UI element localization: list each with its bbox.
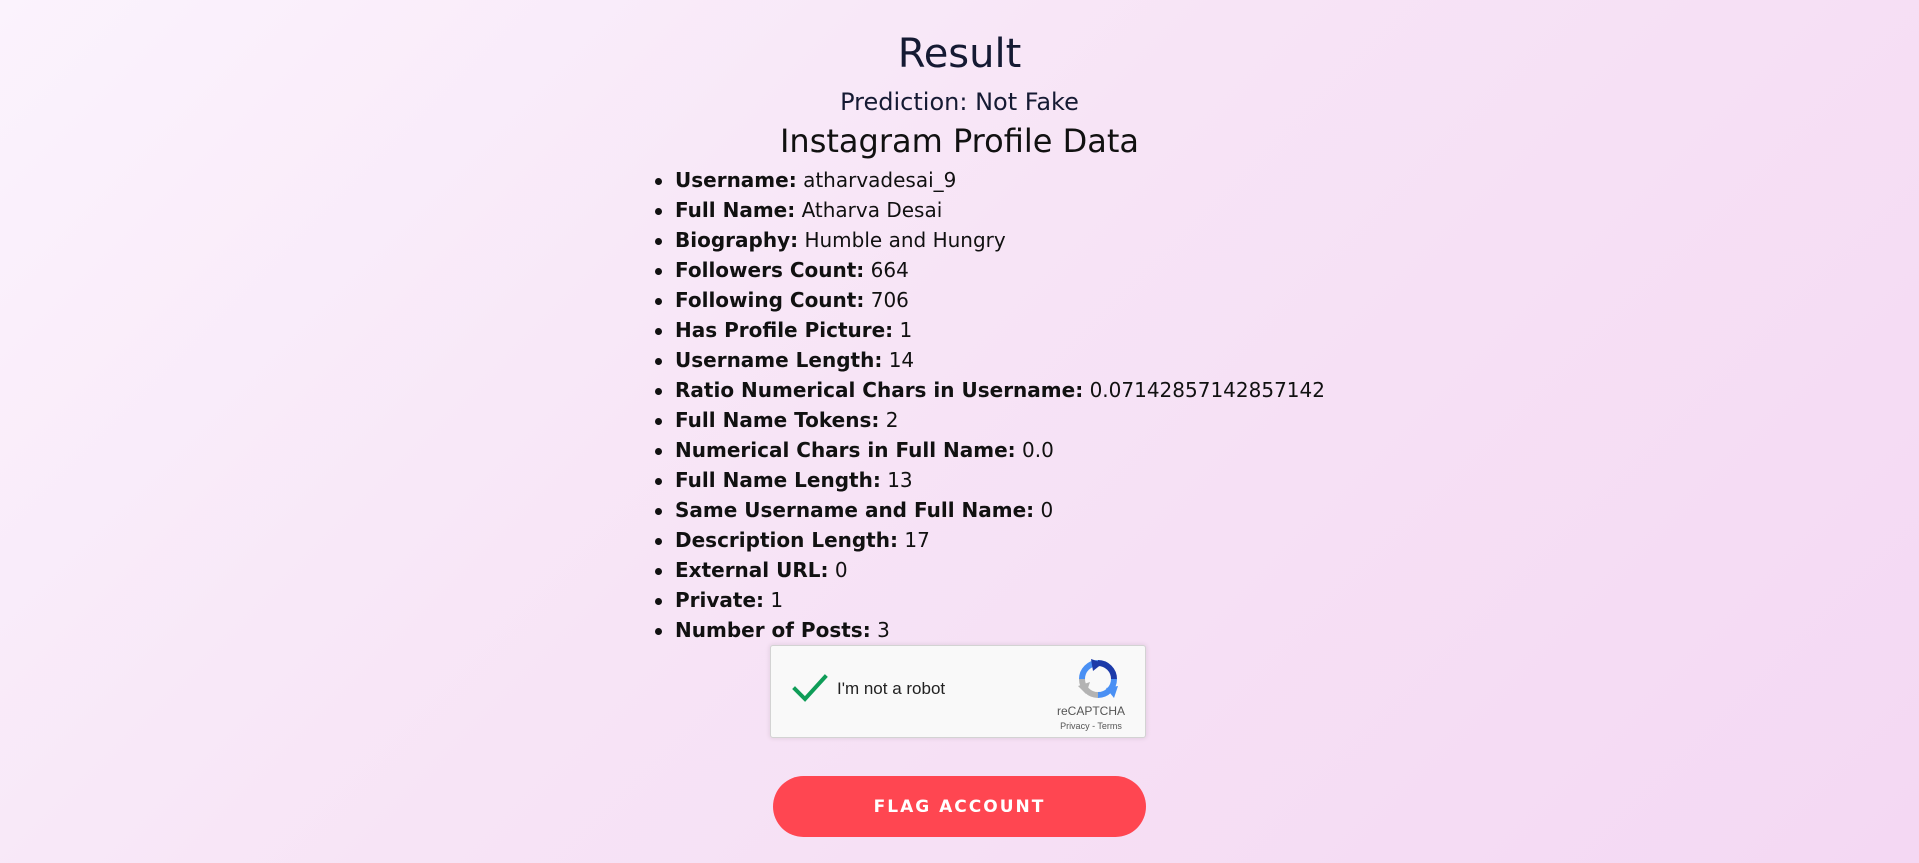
field-label: Description Length: bbox=[675, 528, 898, 552]
page-title: Result bbox=[897, 31, 1022, 77]
field-value: 0.07142857142857142 bbox=[1089, 378, 1325, 402]
checkmark-icon[interactable] bbox=[791, 672, 829, 704]
field-value: 14 bbox=[888, 348, 915, 372]
privacy-link[interactable]: Privacy bbox=[1060, 721, 1090, 731]
field-label: Number of Posts: bbox=[675, 618, 871, 642]
field-value: 0 bbox=[1040, 498, 1054, 522]
list-item: Username: atharvadesai_9 bbox=[655, 165, 1325, 195]
field-value: 1 bbox=[899, 318, 913, 342]
recaptcha-logo-icon bbox=[1077, 658, 1119, 700]
list-item: Username Length: 14 bbox=[655, 345, 1325, 375]
list-item: Number of Posts: 3 bbox=[655, 615, 1325, 645]
field-label: Full Name Tokens: bbox=[675, 408, 880, 432]
list-item: Biography: Humble and Hungry bbox=[655, 225, 1325, 255]
field-value: 1 bbox=[770, 588, 784, 612]
field-label: Username: bbox=[675, 168, 797, 192]
field-value: 13 bbox=[887, 468, 913, 492]
field-label: Ratio Numerical Chars in Username: bbox=[675, 378, 1084, 402]
flag-account-button[interactable]: FLAG ACCOUNT bbox=[773, 776, 1146, 837]
list-item: Has Profile Picture: 1 bbox=[655, 315, 1325, 345]
field-value: 664 bbox=[870, 258, 909, 282]
field-label: Following Count: bbox=[675, 288, 865, 312]
field-label: Full Name Length: bbox=[675, 468, 881, 492]
recaptcha-brand: reCAPTCHA bbox=[1056, 704, 1125, 718]
list-item: Full Name: Atharva Desai bbox=[655, 195, 1325, 225]
field-label: Has Profile Picture: bbox=[675, 318, 894, 342]
profile-data-list: Username: atharvadesai_9 Full Name: Atha… bbox=[655, 165, 1325, 645]
field-value: 2 bbox=[885, 408, 899, 432]
field-value: atharvadesai_9 bbox=[803, 168, 957, 192]
field-value: Atharva Desai bbox=[801, 198, 943, 222]
field-label: Followers Count: bbox=[675, 258, 865, 282]
recaptcha-widget: I'm not a robot reCAPTCHA Privacy - Term… bbox=[770, 645, 1146, 738]
field-value: 17 bbox=[904, 528, 930, 552]
field-label: Private: bbox=[675, 588, 765, 612]
field-value: Humble and Hungry bbox=[804, 228, 1006, 252]
field-value: 706 bbox=[870, 288, 909, 312]
field-label: Username Length: bbox=[675, 348, 883, 372]
list-item: Description Length: 17 bbox=[655, 525, 1325, 555]
captcha-links: Privacy - Terms bbox=[1051, 720, 1131, 732]
list-item: Full Name Length: 13 bbox=[655, 465, 1325, 495]
list-item: Numerical Chars in Full Name: 0.0 bbox=[655, 435, 1325, 465]
field-label: External URL: bbox=[675, 558, 829, 582]
captcha-label[interactable]: I'm not a robot bbox=[837, 679, 945, 699]
field-label: Biography: bbox=[675, 228, 799, 252]
list-item: Private: 1 bbox=[655, 585, 1325, 615]
list-item: Same Username and Full Name: 0 bbox=[655, 495, 1325, 525]
field-label: Full Name: bbox=[675, 198, 796, 222]
list-item: Followers Count: 664 bbox=[655, 255, 1325, 285]
prediction-text: Prediction: Not Fake bbox=[840, 88, 1079, 116]
profile-data-heading: Instagram Profile Data bbox=[779, 122, 1140, 160]
field-value: 0 bbox=[834, 558, 848, 582]
field-label: Same Username and Full Name: bbox=[675, 498, 1035, 522]
result-page: Result Prediction: Not Fake Instagram Pr… bbox=[0, 0, 1919, 863]
list-item: Full Name Tokens: 2 bbox=[655, 405, 1325, 435]
list-item: External URL: 0 bbox=[655, 555, 1325, 585]
terms-link[interactable]: Terms bbox=[1097, 721, 1122, 731]
field-label: Numerical Chars in Full Name: bbox=[675, 438, 1016, 462]
field-value: 3 bbox=[877, 618, 890, 642]
field-value: 0.0 bbox=[1022, 438, 1054, 462]
list-item: Following Count: 706 bbox=[655, 285, 1325, 315]
list-item: Ratio Numerical Chars in Username: 0.071… bbox=[655, 375, 1325, 405]
